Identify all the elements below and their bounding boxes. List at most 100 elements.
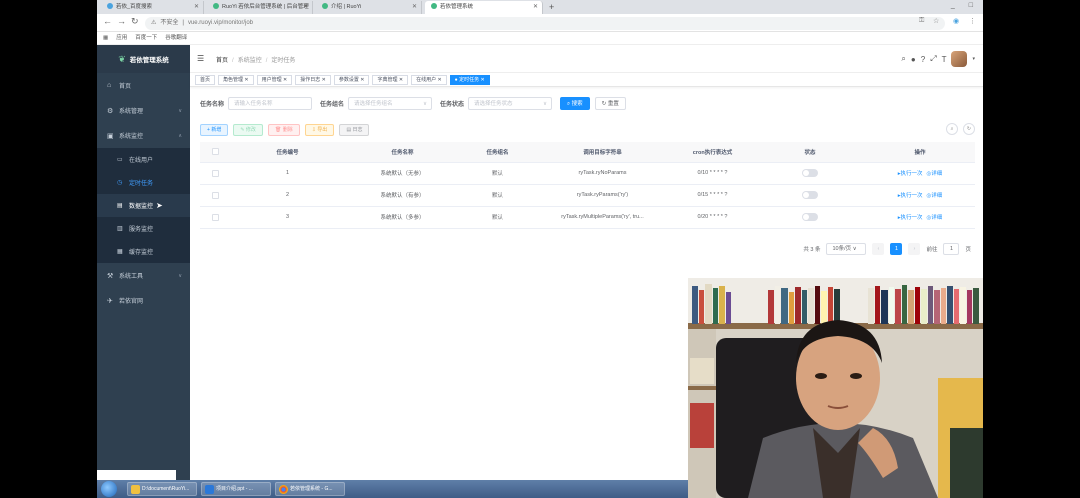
fullscreen-icon[interactable]: ⤢ [930,54,936,64]
close-icon[interactable]: ✕ [303,1,308,14]
row-checkbox[interactable] [211,213,219,221]
status-switch[interactable] [802,169,818,177]
bookmark[interactable]: 应用 [116,35,127,41]
add-button[interactable]: + 新增 [200,123,229,136]
menu-dots-icon[interactable]: ⋮ [969,17,976,25]
sidebar-item-server[interactable]: ▥ 服务监控 [97,217,190,240]
run-once-button[interactable]: ▸执行一次 [898,193,923,199]
sidebar-item-guide[interactable]: ✈ 若依官网 [97,288,190,313]
log-button[interactable]: ▤ 日志 [339,123,370,136]
tag-online[interactable]: 在线用户 ✕ [411,74,447,85]
search-icon[interactable]: ⌕ [901,54,905,64]
chevron-up-icon: ∧ [178,132,182,139]
key-icon[interactable]: ⚿ [919,17,924,25]
webcam-person-illustration [688,278,983,498]
start-button[interactable] [101,481,117,497]
tool-icon: ⚒ [107,272,114,280]
delete-button[interactable]: 🗑 删除 [267,123,300,136]
new-tab-button[interactable]: + [549,1,554,13]
browser-tab[interactable]: RuoYi 若依后台管理系统 | 后台管理 ✕ [207,1,313,14]
reset-button[interactable]: ↻ 重置 [594,96,626,110]
run-once-button[interactable]: ▸执行一次 [898,171,923,177]
row-checkbox[interactable] [211,191,219,199]
browser-tab[interactable]: 若依_百度搜索 ✕ [101,1,204,14]
tag-job[interactable]: ● 定时任务 ✕ [449,74,490,85]
column-header: 调用目标字符串 [535,142,670,163]
tag-user[interactable]: 用户管理 ✕ [256,74,293,85]
hamburger-icon[interactable]: ☰ [197,54,204,63]
next-page-button[interactable]: › [908,242,921,255]
breadcrumb-item[interactable]: 首页 [216,58,228,64]
taskbar-explorer[interactable]: D:\document\RuoYi... [127,482,197,496]
close-icon[interactable]: ✕ [412,1,417,14]
sidebar-item-druid[interactable]: ▤ 数据监控 ➤ [97,194,190,217]
tag-home[interactable]: 首页 [195,74,216,85]
caret-down-icon[interactable]: ▾ [972,56,975,62]
job-name-input[interactable]: 请输入任务名称 [228,96,313,110]
sidebar-item-online[interactable]: ▭ 在线用户 [97,148,190,171]
detail-button[interactable]: ◎详细 [926,215,942,221]
close-icon[interactable]: ✕ [194,1,199,14]
tag-label: 参数设置 [338,76,359,83]
taskbar-ppt[interactable]: 项目介绍.ppt - ... [201,482,271,496]
forward-icon[interactable]: → [117,16,126,26]
button-label: 新增 [211,126,222,133]
font-size-icon[interactable]: T [942,55,947,64]
toggle-search-icon[interactable]: ⌕ [946,123,958,135]
sidebar-item-cache[interactable]: ▦ 缓存监控 [97,240,190,263]
close-icon[interactable]: ✕ [533,1,538,14]
detail-button[interactable]: ◎详细 [926,193,942,199]
table-row[interactable]: 2 系统默认（有参） 默认 ryTask.ryParams('ry') 0/15… [200,184,975,207]
tag-role[interactable]: 角色管理 ✕ [218,74,254,85]
prev-page-button[interactable]: ‹ [872,242,885,255]
job-id: 1 [230,162,345,185]
select-all-checkbox[interactable] [211,148,219,156]
sidebar-item-home[interactable]: ⌂ 首页 [97,73,190,98]
refresh-icon[interactable]: ↻ [963,123,975,135]
goto-page-input[interactable]: 1 [943,242,960,255]
browser-tab-label: 若依管理系统 [440,4,474,10]
table-row[interactable]: 1 系统默认（无参） 默认 ryTask.ryNoParams 0/10 * *… [200,162,975,185]
tag-label: 操作日志 [300,76,321,83]
bookmark[interactable]: 谷歌翻译 [165,35,187,41]
row-checkbox[interactable] [211,169,219,177]
job-group-select[interactable]: 请选择任务组名 ∨ [348,96,433,110]
sidebar-item-system[interactable]: ⚙ 系统管理 ∨ [97,98,190,123]
export-button[interactable]: ⇩ 导出 [304,123,335,136]
page-number-current[interactable]: 1 [890,242,903,255]
sidebar-item-job[interactable]: ◷ 定时任务 [97,171,190,194]
job-status-select[interactable]: 请选择任务状态 ∨ [468,96,553,110]
github-icon[interactable]: ● [911,55,916,64]
tag-dict[interactable]: 字典管理 ✕ [372,74,409,85]
star-icon[interactable]: ☆ [933,17,939,25]
back-icon[interactable]: ← [103,16,112,26]
address-bar[interactable]: ⚠ 不安全 | vue.ruoyi.vip/monitor/job [145,17,945,30]
tag-operlog[interactable]: 操作日志 ✕ [295,74,331,85]
browser-tab-active[interactable]: 若依管理系统 ✕ [425,1,543,14]
sidebar-item-monitor[interactable]: ▣ 系统监控 ∧ [97,123,190,148]
reload-icon[interactable]: ↻ [131,16,139,27]
window-controls[interactable]: _ □ [951,0,979,12]
taskbar-chrome[interactable]: 若依管理系统 - G... [275,482,345,496]
edit-button[interactable]: ✎ 修改 [233,123,263,136]
sidebar-item-tool[interactable]: ⚒ 系统工具 ∨ [97,263,190,288]
question-icon[interactable]: ? [921,55,925,64]
apps-icon[interactable]: ▦ [103,35,108,41]
chrome-icon [279,485,288,494]
status-switch[interactable] [802,191,818,199]
page-size-select[interactable]: 10条/页 ∨ [826,242,867,255]
extension-icon[interactable]: ◉ [953,17,959,25]
tag-config[interactable]: 参数设置 ✕ [333,74,370,85]
table-row[interactable]: 3 系统默认（多参） 默认 ryTask.ryMultipleParams('r… [200,206,975,229]
status-switch[interactable] [802,213,818,221]
avatar[interactable] [951,51,968,67]
sidebar-item-label: 缓存监控 [129,250,154,256]
run-once-button[interactable]: ▸执行一次 [898,215,923,221]
bookmark[interactable]: 百度一下 [135,35,157,41]
cron-expression: 0/20 * * * * ? [670,206,755,229]
browser-tab[interactable]: 介绍 | RuoYi ✕ [316,1,422,14]
detail-button[interactable]: ◎详细 [926,171,942,177]
search-button[interactable]: ⌕ 搜索 [560,96,590,110]
app-logo[interactable]: ❦ 若依管理系统 [97,45,190,73]
op-label: 执行一次 [900,215,923,221]
